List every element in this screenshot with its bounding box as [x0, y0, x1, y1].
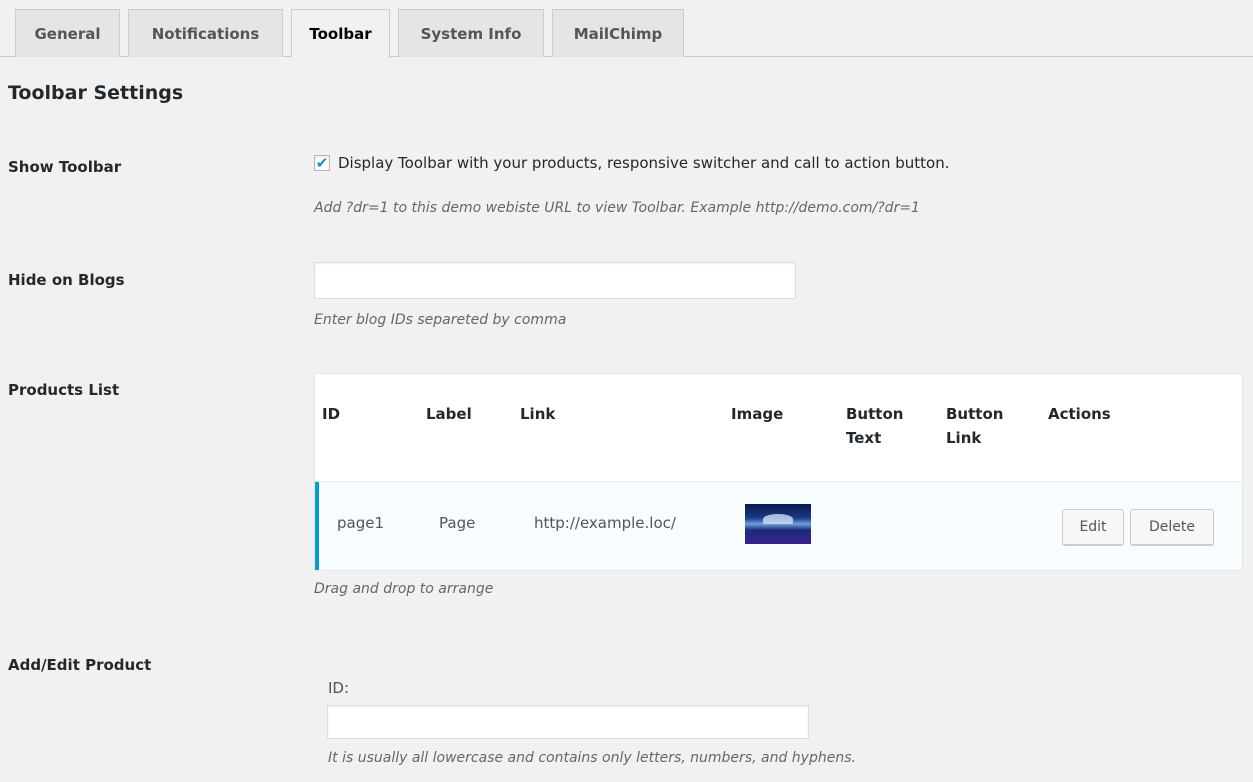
tab-general[interactable]: General [15, 9, 120, 57]
table-row[interactable]: page1 Page http://example.loc/ Edit Dele… [315, 481, 1242, 570]
product-id-description: It is usually all lowercase and contains… [328, 750, 856, 766]
show-toolbar-option[interactable]: ✔ Display Toolbar with your products, re… [314, 154, 950, 172]
section-title: Toolbar Settings [8, 82, 184, 104]
add-edit-product-label: Add/Edit Product [8, 656, 152, 674]
tab-toolbar[interactable]: Toolbar [291, 9, 390, 58]
show-toolbar-checkbox[interactable]: ✔ [314, 155, 330, 171]
product-id-field-label: ID: [328, 679, 350, 697]
delete-button[interactable]: Delete [1130, 509, 1214, 545]
column-header-link: Link [520, 405, 556, 423]
column-header-button-text: Button Text [846, 405, 904, 447]
settings-tabs: General Notifications Toolbar System Inf… [0, 0, 1253, 58]
checkmark-icon: ✔ [315, 153, 329, 172]
products-table: ID Label Link Image Button Text Button L… [314, 373, 1243, 571]
hide-on-blogs-description: Enter blog IDs separeted by comma [314, 312, 567, 328]
show-toolbar-description: Add ?dr=1 to this demo webiste URL to vi… [314, 200, 920, 216]
column-header-actions: Actions [1048, 405, 1111, 423]
hide-on-blogs-input[interactable] [314, 262, 796, 299]
show-toolbar-label: Show Toolbar [8, 158, 122, 176]
product-thumbnail [745, 504, 811, 544]
products-list-label: Products List [8, 381, 120, 399]
column-header-image: Image [731, 405, 784, 423]
tab-system-info[interactable]: System Info [398, 9, 544, 57]
tab-notifications[interactable]: Notifications [128, 9, 283, 57]
edit-button[interactable]: Edit [1062, 509, 1124, 545]
column-header-id: ID [322, 405, 341, 423]
hide-on-blogs-label: Hide on Blogs [8, 271, 125, 289]
product-label: Page [439, 514, 476, 532]
tab-mailchimp[interactable]: MailChimp [552, 9, 684, 57]
product-link: http://example.loc/ [534, 514, 676, 532]
products-list-description: Drag and drop to arrange [314, 581, 494, 597]
product-id: page1 [337, 514, 385, 532]
show-toolbar-checkbox-text[interactable]: Display Toolbar with your products, resp… [338, 154, 950, 172]
product-id-input[interactable] [327, 705, 809, 739]
column-header-button-link: Button Link [946, 405, 1004, 447]
column-header-label: Label [426, 405, 472, 423]
